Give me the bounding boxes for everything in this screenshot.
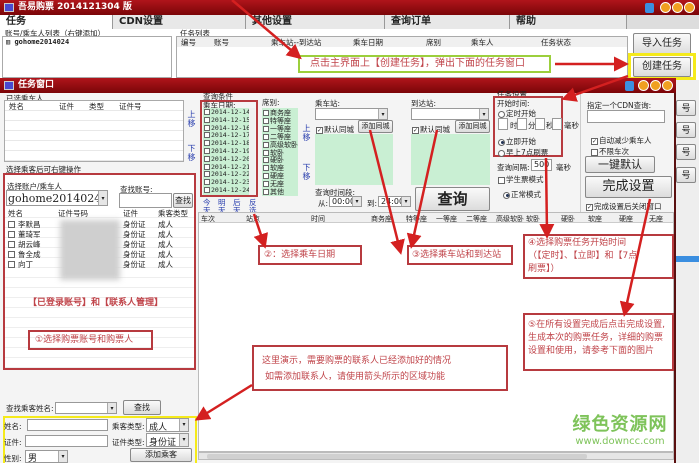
annotation-arrows [194, 0, 652, 421]
arrow-step3-b [406, 129, 439, 249]
arrow-step3-a [368, 129, 405, 255]
arrow-step5 [619, 198, 652, 317]
arrow-to-task-settings [561, 74, 629, 102]
arrow-step4 [539, 157, 555, 239]
arrow-to-add-form [194, 383, 253, 421]
arrow-to-hint [231, 0, 302, 60]
arrow-step2 [252, 213, 268, 249]
